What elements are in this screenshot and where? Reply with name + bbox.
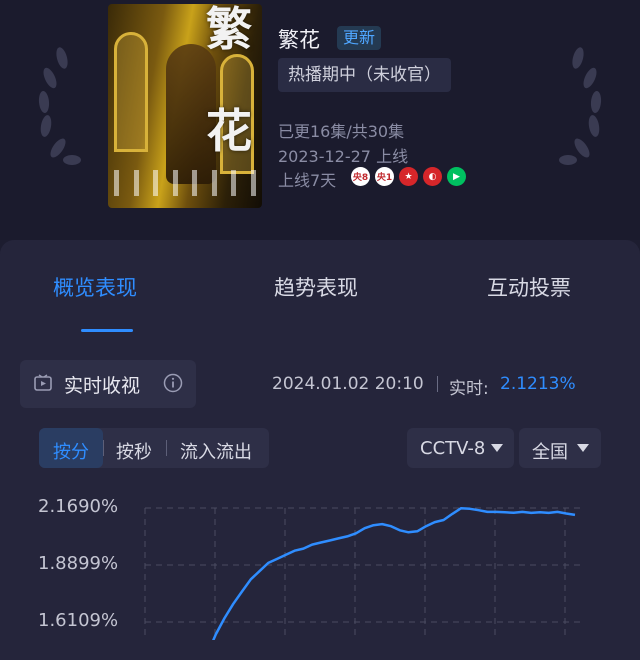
channel-dropdown-value: CCTV-8 — [420, 438, 486, 459]
poster-credits — [114, 170, 256, 200]
series-line — [212, 506, 576, 640]
show-title: 繁花 — [278, 28, 320, 52]
realtime-now-value: 2.1213% — [500, 374, 576, 394]
episode-count: 已更16集/共30集 — [278, 122, 405, 141]
tab-indicator — [81, 329, 133, 332]
tab-overview[interactable]: 概览表现 — [53, 272, 137, 302]
laurel-right-icon — [559, 47, 602, 165]
tv-icon — [34, 374, 52, 391]
cctv8-icon[interactable]: 央8 — [351, 167, 370, 186]
segment-by-minute[interactable]: 按分 — [53, 438, 89, 464]
realtime-rating-chart[interactable] — [0, 480, 640, 640]
cctv1-icon[interactable]: 央1 — [375, 167, 394, 186]
poster-arch — [114, 32, 148, 152]
realtime-timestamp: 2024.01.02 20:10 — [272, 374, 424, 394]
poster-title-char: 繁 — [206, 4, 252, 56]
divider — [166, 440, 167, 456]
release-date: 2023-12-27 上线 — [278, 147, 409, 166]
chevron-down-icon — [577, 444, 589, 452]
poster-title-char: 花 — [206, 104, 252, 158]
divider — [437, 376, 438, 392]
region-dropdown-value: 全国 — [532, 442, 568, 463]
tab-trend[interactable]: 趋势表现 — [274, 272, 358, 302]
segment-by-second[interactable]: 按秒 — [116, 438, 152, 464]
tencent-video-icon[interactable]: ◐ — [423, 167, 442, 186]
online-days: 上线7天 — [278, 171, 337, 190]
tab-vote[interactable]: 互动投票 — [487, 272, 571, 302]
laurel-left-icon — [38, 47, 81, 165]
star-channel-icon[interactable]: ★ — [399, 167, 418, 186]
realtime-label: 实时收视 — [64, 375, 141, 397]
divider — [103, 440, 104, 456]
update-badge: 更新 — [337, 26, 382, 50]
iqiyi-play-icon[interactable]: ▶ — [447, 167, 466, 186]
info-icon[interactable] — [163, 373, 183, 393]
segment-flow[interactable]: 流入流出 — [180, 438, 252, 464]
realtime-now-label: 实时: — [449, 379, 489, 399]
chevron-down-icon — [491, 444, 503, 452]
show-poster[interactable]: 繁 花 — [108, 4, 262, 208]
channel-list: 央8 央1 ★ ◐ ▶ — [351, 167, 466, 186]
status-badge: 热播期中（未收官） — [278, 58, 451, 92]
